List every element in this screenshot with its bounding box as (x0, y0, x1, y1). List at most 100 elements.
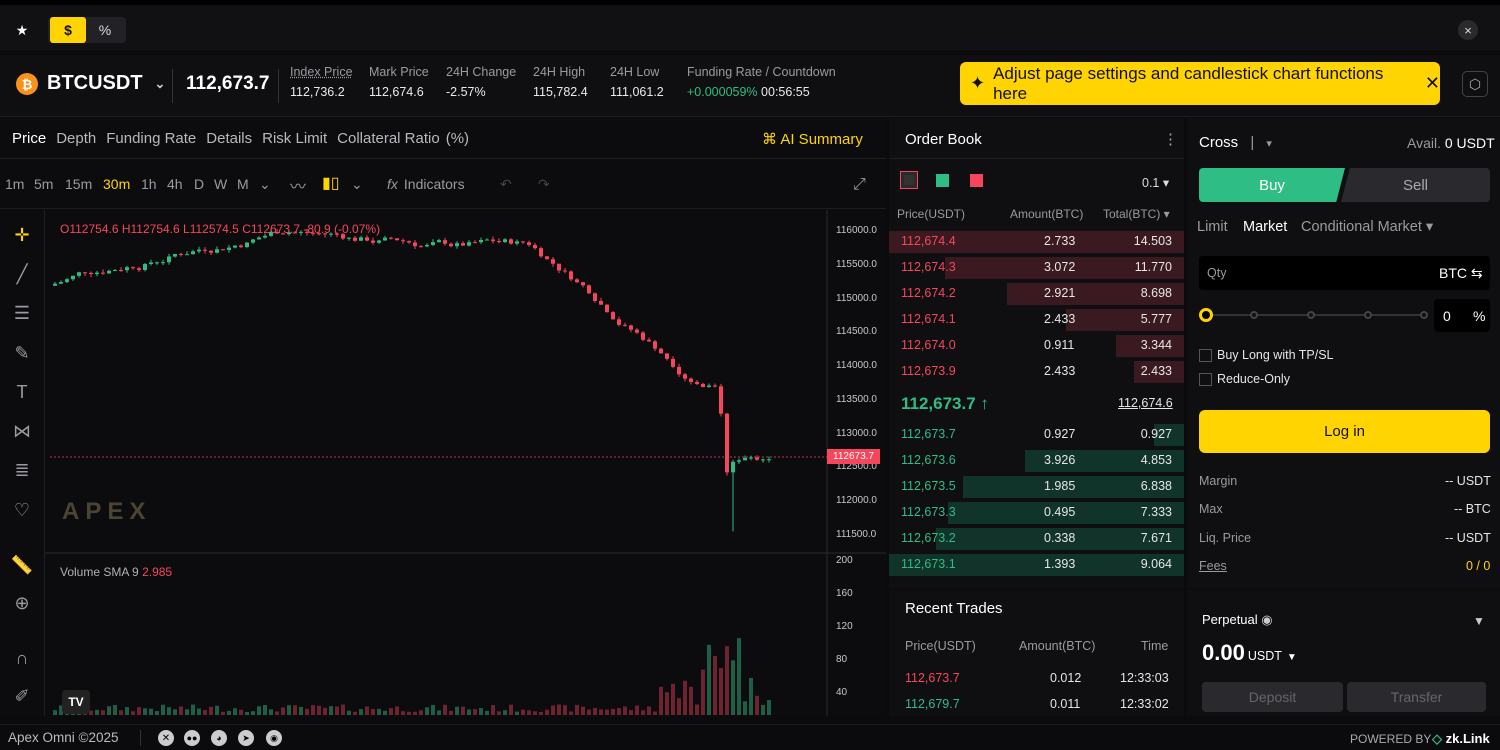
bid-row[interactable]: 112,673.1 1.393 9.064 (889, 552, 1184, 576)
bid-row[interactable]: 112,673.5 1.985 6.838 (889, 474, 1184, 498)
ask-amount: 2.433 (1044, 312, 1076, 326)
login-button[interactable]: Log in (1199, 410, 1490, 453)
ask-row[interactable]: 112,674.0 0.911 3.344 (889, 333, 1184, 357)
bid-row[interactable]: 112,673.7 0.927 0.927 (889, 422, 1184, 446)
candle-body (101, 272, 105, 274)
tab-collateral-ratio[interactable]: Collateral Ratio (337, 130, 440, 147)
both-sides-view-icon[interactable] (900, 171, 918, 189)
zoom-in-icon[interactable]: ⊕ (9, 590, 35, 616)
bid-row[interactable]: 112,673.2 0.338 7.671 (889, 526, 1184, 550)
candle-type-icon[interactable]: ▮▯ (322, 173, 340, 193)
discord-icon[interactable]: ◕ (211, 730, 227, 746)
candle-body (113, 270, 117, 272)
tf-30m[interactable]: 30m (103, 176, 130, 192)
tab-funding-rate[interactable]: Funding Rate (106, 130, 196, 147)
fib-icon[interactable]: ≣ (9, 457, 35, 483)
lock-pen-icon[interactable]: ✐ (9, 683, 35, 709)
symbol-selector[interactable]: BTCUSDT ⌄ (47, 72, 165, 95)
media-social-icon[interactable]: ●● (184, 730, 200, 746)
telegram-icon[interactable]: ➤ (238, 730, 254, 746)
reduce-only-checkbox[interactable]: Reduce-Only (1199, 372, 1290, 386)
tf-m[interactable]: M (237, 176, 249, 192)
candlestick-chart[interactable] (45, 210, 886, 716)
chevron-down-icon[interactable]: ▼ (1287, 652, 1297, 663)
qty-input[interactable]: Qty BTC ⇆ (1199, 256, 1490, 290)
tf-1m[interactable]: 1m (5, 176, 24, 192)
price-tick: 114000.0 (836, 360, 877, 371)
ask-row[interactable]: 112,673.9 2.433 2.433 (889, 359, 1184, 383)
fees-link[interactable]: Fees (1199, 559, 1227, 573)
buy-tab[interactable]: Buy (1199, 168, 1345, 202)
deposit-button[interactable]: Deposit (1202, 682, 1343, 712)
candle-body (629, 325, 633, 330)
tab-risk-limit[interactable]: Risk Limit (262, 130, 327, 147)
ai-summary-button[interactable]: ⌘ AI Summary (762, 130, 863, 148)
powered-by-label: POWERED BY (1350, 732, 1432, 746)
transfer-button[interactable]: Transfer (1347, 682, 1486, 712)
tf-1h[interactable]: 1h (141, 176, 157, 192)
zklink-logo[interactable]: ◇ zk.Link (1432, 731, 1490, 747)
text-icon[interactable]: T (9, 379, 35, 405)
ask-row[interactable]: 112,674.2 2.921 8.698 (889, 281, 1184, 305)
volume-bar (239, 709, 243, 715)
github-icon[interactable]: ◉ (266, 730, 282, 746)
redo-icon[interactable]: ↷ (538, 176, 550, 193)
candle-body (209, 250, 213, 253)
precision-selector[interactable]: 0.1 ▾ (1142, 175, 1169, 190)
expand-arrow-icon[interactable]: ▼ (1473, 614, 1485, 628)
tf-4h[interactable]: 4h (167, 176, 183, 192)
crosshair-icon[interactable]: ✛ (9, 222, 35, 248)
close-icon[interactable]: ✕ (1425, 73, 1440, 94)
order-type-limit[interactable]: Limit (1197, 219, 1228, 235)
line-chart-icon[interactable]: 〰 (290, 173, 306, 197)
tf-d[interactable]: D (194, 176, 204, 192)
ask-row[interactable]: 112,674.3 3.072 11.770 (889, 255, 1184, 279)
percent-input[interactable]: 0 % (1434, 299, 1490, 332)
asks-only-view-icon[interactable] (970, 174, 983, 187)
order-type-conditional[interactable]: Conditional Market ▾ (1301, 219, 1433, 235)
volume-bar (245, 711, 249, 715)
tab-depth[interactable]: Depth (56, 130, 96, 147)
tab-price[interactable]: Price (12, 130, 46, 147)
volume-bar (335, 706, 339, 715)
horizontal-lines-icon[interactable]: ☰ (9, 300, 35, 326)
slider-handle[interactable] (1199, 308, 1213, 322)
bid-row[interactable]: 112,673.6 3.926 4.853 (889, 448, 1184, 472)
volume-bar (581, 706, 585, 715)
chevron-down-icon[interactable]: ⌄ (351, 176, 363, 193)
brush-icon[interactable]: ✎ (9, 340, 35, 366)
chevron-down-icon[interactable]: ⌄ (259, 176, 271, 193)
tab-details[interactable]: Details (206, 130, 252, 147)
sell-tab[interactable]: Sell (1341, 168, 1490, 202)
order-type-market[interactable]: Market (1243, 219, 1287, 235)
heart-icon[interactable]: ♡ (9, 497, 35, 523)
undo-icon[interactable]: ↶ (500, 176, 512, 193)
volume-bar (221, 711, 225, 715)
eye-icon[interactable]: ◉ (1261, 612, 1272, 627)
close-icon[interactable]: × (1458, 20, 1478, 40)
bid-row[interactable]: 112,673.3 0.495 7.333 (889, 500, 1184, 524)
more-icon[interactable]: ⋮ (1163, 130, 1178, 148)
candle-body (701, 383, 705, 387)
pattern-icon[interactable]: ⋈ (9, 418, 35, 444)
x-social-icon[interactable]: ✕ (158, 730, 174, 746)
favorite-star-icon[interactable]: ★ (8, 17, 36, 43)
tpsl-checkbox[interactable]: Buy Long with TP/SL (1199, 348, 1334, 362)
ask-amount: 0.911 (1044, 338, 1075, 352)
qty-unit-selector[interactable]: BTC ⇆ (1439, 265, 1483, 282)
bids-only-view-icon[interactable] (936, 174, 949, 187)
trend-line-icon[interactable]: ╱ (9, 261, 35, 287)
ruler-icon[interactable]: 📏 (9, 552, 35, 578)
dollar-toggle-button[interactable]: $ (50, 17, 86, 43)
fullscreen-icon[interactable]: ⤢ (853, 176, 866, 194)
settings-gear-icon[interactable]: ⬡ (1462, 71, 1488, 97)
margin-mode-selector[interactable]: Cross | ▾ (1199, 134, 1272, 151)
magnet-icon[interactable]: ∩ (9, 645, 35, 671)
ask-row[interactable]: 112,674.1 2.433 5.777 (889, 307, 1184, 331)
indicators-button[interactable]: fx Indicators (387, 176, 465, 192)
tf-15m[interactable]: 15m (65, 176, 92, 192)
ask-row[interactable]: 112,674.4 2.733 14.503 (889, 229, 1184, 253)
tf-5m[interactable]: 5m (34, 176, 53, 192)
tf-w[interactable]: W (214, 176, 227, 192)
percent-toggle-button[interactable]: % (90, 17, 120, 43)
